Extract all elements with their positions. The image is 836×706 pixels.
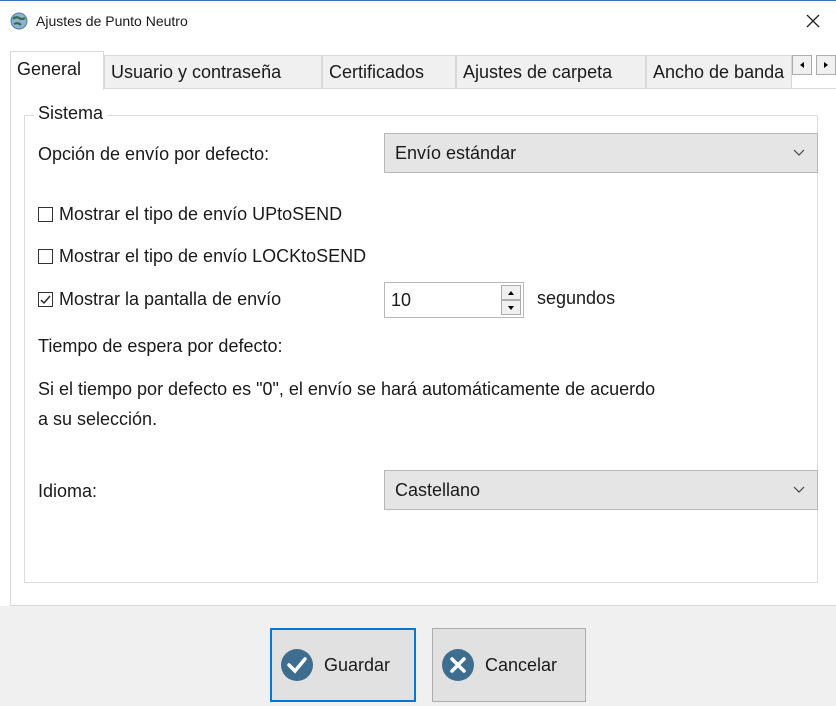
dialog-footer [0, 606, 836, 706]
language-label: Idioma: [38, 481, 98, 501]
language-dropdown[interactable]: Castellano [384, 470, 818, 510]
x-circle-icon [442, 649, 474, 681]
language-value: Castellano [395, 480, 481, 500]
checkbox-locktosend[interactable]: Mostrar el tipo de envío LOCKtoSEND [38, 244, 366, 268]
save-button-label: Guardar [324, 654, 391, 675]
tab-certificates[interactable]: Certificados [322, 55, 456, 89]
checkbox-show-send-screen-label: Mostrar la pantalla de envío [59, 288, 282, 309]
send-option-label: Opción de envío por defecto: [38, 144, 270, 164]
globe-icon [10, 12, 28, 30]
send-option-dropdown[interactable]: Envío estándar [384, 133, 818, 173]
send-option-value: Envío estándar [395, 143, 517, 163]
arrow-down-icon [508, 305, 514, 310]
close-icon [806, 14, 820, 28]
arrow-right-icon [824, 62, 828, 68]
checkbox-uptosend[interactable]: Mostrar el tipo de envío UPtoSEND [38, 202, 342, 226]
system-group-title: Sistema [34, 103, 108, 124]
tab-general[interactable]: General [10, 51, 104, 90]
info-text-line1: Si el tiempo por defecto es "0", el enví… [38, 379, 656, 399]
spinner-unit-label: segundos [537, 288, 616, 308]
close-button[interactable] [790, 1, 836, 41]
spinner-up-button[interactable] [501, 285, 521, 300]
checkbox-locktosend-label: Mostrar el tipo de envío LOCKtoSEND [59, 245, 367, 266]
arrow-left-icon [800, 62, 804, 68]
title-bar: Ajustes de Punto Neutro [0, 0, 836, 41]
timeout-spinner[interactable]: 10 [384, 282, 524, 318]
window-title: Ajustes de Punto Neutro [36, 13, 188, 29]
save-button[interactable]: Guardar [270, 628, 416, 702]
timeout-label: Tiempo de espera por defecto: [38, 336, 283, 356]
cancel-button[interactable]: Cancelar [432, 628, 586, 702]
checkbox-show-send-screen[interactable]: Mostrar la pantalla de envío [38, 287, 281, 311]
checkbox-box[interactable] [38, 248, 53, 264]
checkbox-box[interactable] [38, 291, 53, 307]
tab-scroll-right-button[interactable] [816, 55, 836, 75]
tab-bandwidth[interactable]: Ancho de banda [646, 55, 792, 89]
chevron-down-icon [793, 486, 805, 493]
arrow-up-icon [508, 290, 514, 295]
checkbox-uptosend-label: Mostrar el tipo de envío UPtoSEND [59, 203, 343, 224]
checkmark-icon [40, 295, 51, 304]
spinner-value[interactable]: 10 [391, 283, 411, 317]
checkbox-box[interactable] [38, 206, 53, 222]
tab-strip: General Usuario y contraseña Certificado… [10, 51, 836, 90]
chevron-down-icon [793, 149, 805, 156]
tab-scroll-left-button[interactable] [792, 55, 812, 75]
tab-user-password[interactable]: Usuario y contraseña [104, 55, 322, 89]
spinner-down-button[interactable] [501, 300, 521, 315]
check-circle-icon [281, 649, 313, 681]
cancel-button-label: Cancelar [485, 654, 558, 675]
info-text-line2: a su selección. [38, 409, 158, 429]
tab-folder-settings[interactable]: Ajustes de carpeta [456, 55, 646, 89]
